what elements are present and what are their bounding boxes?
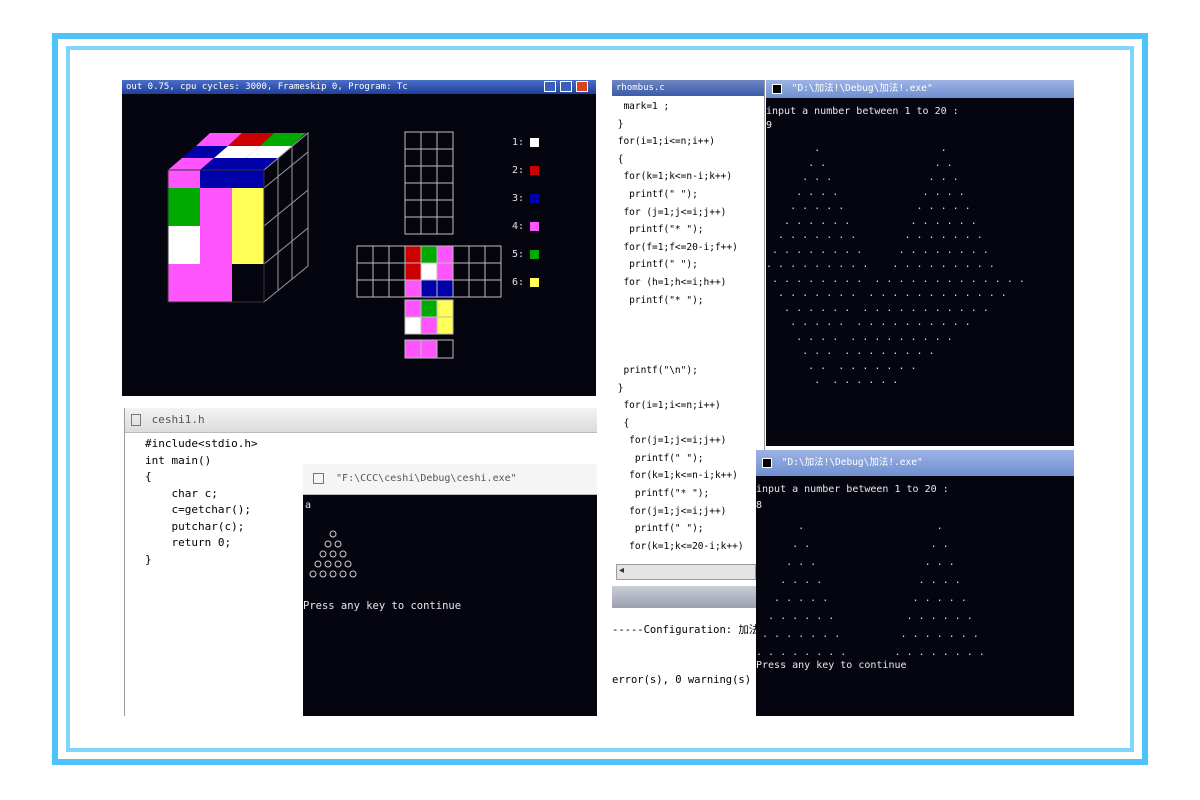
console-bottom-window: "D:\加法!\Debug\加法!.exe" input a number be…: [756, 450, 1074, 716]
code-line: for(j=1;j<=i;j++): [612, 435, 727, 447]
legend-label: 6:: [512, 276, 525, 288]
output-pane-header: [612, 586, 762, 608]
legend-label: 3:: [512, 192, 525, 204]
cube-front-row-top: [232, 170, 264, 188]
code-line: mark=1 ;: [612, 101, 670, 112]
console-small-window: "F:\CCC\ceshi\Debug\ceshi.exe" a Press a…: [303, 464, 597, 716]
legend-swatch: [530, 137, 540, 147]
console-bottom-input: 8: [756, 500, 763, 511]
code-line: #include<stdio.h>: [145, 437, 258, 450]
cube-front-cell: [168, 226, 200, 264]
cube-net: [356, 131, 502, 359]
console-bottom-prompt: input a number between 1 to 20 :: [756, 484, 949, 495]
cube-front-cell: [200, 226, 232, 264]
code-line: }: [612, 382, 624, 394]
code-line: for(i=1;i<=n;i++): [612, 136, 715, 148]
editor-large-titlebar: rhombus.c: [612, 80, 764, 96]
legend-swatch: [530, 221, 540, 231]
cube-front-cell: [232, 264, 264, 302]
ascii-tree-graphic: [309, 530, 357, 578]
code-line: printf(" ");: [612, 523, 704, 535]
console-top-title: "D:\加法!\Debug\加法!.exe": [791, 83, 933, 94]
editor-large-window: rhombus.c mark=1 ; } for(i=1;i<=n;i++) {…: [612, 80, 765, 716]
console-bottom-pattern: . . . . . . . . . . . . . . . . . . . . …: [756, 521, 985, 658]
build-config-line: -----Configuration: 加法: [612, 624, 760, 636]
legend-row: 2:: [512, 156, 572, 184]
code-line: for(j=1;j<=i;j++): [612, 505, 727, 517]
editor-small-tab[interactable]: ceshi1.h: [125, 408, 597, 433]
console-bottom-titlebar: "D:\加法!\Debug\加法!.exe": [756, 450, 1074, 476]
console-small-title: "F:\CCC\ceshi\Debug\ceshi.exe": [336, 473, 517, 484]
file-icon: [131, 414, 141, 426]
cube-front-cell: [232, 188, 264, 226]
build-result-line: error(s), 0 warning(s): [612, 674, 752, 686]
console-small-first-line: a: [305, 500, 312, 511]
cube-front-cell: [168, 188, 200, 226]
code-line: printf("* ");: [612, 488, 710, 500]
code-line: for(k=1;k<=n-i;k++): [612, 470, 738, 482]
legend-row: 4:: [512, 212, 572, 240]
console-small-press-key: Press any key to continue: [303, 600, 462, 612]
console-bottom-press-key: Press any key to continue: [756, 660, 907, 671]
legend-swatch: [530, 165, 540, 175]
code-line: printf("* ");: [612, 294, 704, 306]
editor-large-code[interactable]: mark=1 ; } for(i=1;i<=n;i++) { for(k=1;k…: [612, 98, 762, 568]
legend-row: 5:: [512, 240, 572, 268]
legend-swatch: [530, 193, 540, 203]
code-line: for(f=1;f<=20-i;f++): [612, 241, 738, 253]
code-line: }: [612, 118, 624, 130]
code-line: printf("\n");: [612, 364, 698, 376]
code-line: for (h=1;h<=i;h++): [612, 276, 727, 288]
cube-front-row-top: [200, 170, 232, 188]
color-legend: 1: 2: 3: 4: 5: 6:: [512, 128, 572, 296]
code-line: printf(" ");: [612, 188, 698, 200]
legend-label: 4:: [512, 220, 525, 232]
legend-swatch: [530, 249, 540, 259]
horizontal-scrollbar[interactable]: ◂: [616, 564, 756, 580]
legend-label: 1:: [512, 136, 525, 148]
cube-front-cell: [200, 188, 232, 226]
cube-window: out 0.75, cpu cycles: 3000, Frameskip 0,…: [122, 80, 596, 396]
console-top-input: 9: [766, 120, 773, 131]
console-icon: [772, 83, 782, 94]
code-line: for(i=1;i<=n;i++): [612, 400, 721, 412]
code-line: for(k=1;k<=n-i;k++): [612, 171, 733, 183]
cube-front-cell: [232, 226, 264, 264]
console-top-window: "D:\加法!\Debug\加法!.exe" input a number be…: [766, 80, 1074, 446]
console-icon: [762, 457, 772, 468]
code-line: printf(" ");: [612, 259, 698, 271]
code-line: for (j=1;j<=i;j++): [612, 206, 727, 218]
code-line: printf("* ");: [612, 224, 704, 236]
console-small-titlebar: "F:\CCC\ceshi\Debug\ceshi.exe": [303, 464, 597, 495]
cube-front-cell: [168, 264, 200, 302]
console-top-pattern: . . . . . . . . . . . . . . . . . . . . …: [766, 143, 1025, 386]
legend-row: 1:: [512, 128, 572, 156]
legend-label: 2:: [512, 164, 525, 176]
legend-row: 3:: [512, 184, 572, 212]
console-top-titlebar: "D:\加法!\Debug\加法!.exe": [766, 80, 1074, 98]
console-bottom-title: "D:\加法!\Debug\加法!.exe": [781, 457, 923, 468]
scroll-left-icon[interactable]: ◂: [619, 565, 624, 576]
legend-label: 5:: [512, 248, 525, 260]
editor-small-tab-title: ceshi1.h: [151, 413, 205, 426]
legend-swatch: [530, 277, 540, 287]
cube-front-cell: [200, 264, 232, 302]
console-icon: [313, 472, 324, 484]
code-line: printf(" ");: [612, 452, 704, 464]
legend-row: 6:: [512, 268, 572, 296]
console-top-prompt: input a number between 1 to 20 :: [766, 106, 959, 117]
code-line: {: [612, 153, 624, 165]
code-line: for(k=1;k<=20-i;k++): [612, 540, 744, 552]
code-line: {: [612, 417, 630, 429]
